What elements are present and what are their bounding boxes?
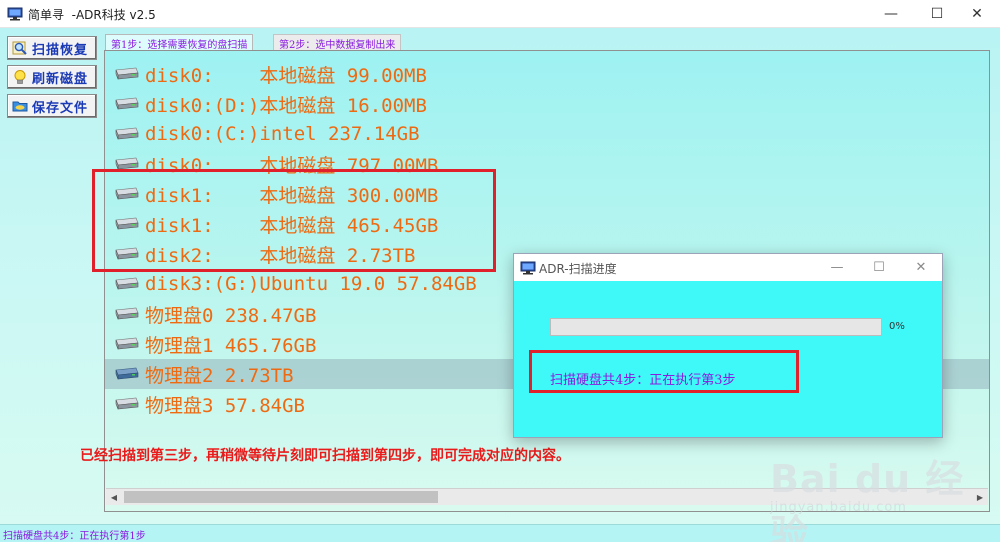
disk-list-item[interactable]: disk0: 本地磁盘 99.00MB: [105, 59, 989, 89]
hard-drive-icon: [115, 67, 139, 80]
folder-icon: [12, 101, 28, 112]
hard-drive-icon: [115, 277, 139, 290]
tab-step1-select-disk[interactable]: 第1步：选择需要恢复的盘扫描: [105, 34, 254, 51]
dialog-close-button[interactable]: ✕: [900, 254, 942, 281]
close-icon: ✕: [915, 260, 927, 275]
disk-label: 物理盘0 238.47GB: [145, 304, 317, 327]
dialog-title-bar[interactable]: ADR-扫描进度 — ☐ ✕: [514, 254, 942, 281]
disk-label: disk3:(G:)Ubuntu 19.0 57.84GB: [145, 273, 477, 295]
hard-drive-icon: [115, 367, 139, 380]
scroll-left-icon[interactable]: ◀: [106, 489, 122, 505]
maximize-icon: ☐: [873, 260, 885, 275]
refresh-disks-label: 刷新磁盘: [32, 71, 89, 87]
window-title: 简单寻 -ADR科技 v2.5: [28, 8, 156, 22]
scan-recover-label: 扫描恢复: [32, 42, 89, 58]
hard-drive-icon: [115, 397, 139, 410]
disk-label: 物理盘1 465.76GB: [145, 334, 317, 357]
minimize-button[interactable]: —: [868, 0, 914, 28]
close-button[interactable]: ✕: [954, 0, 1000, 28]
scan-progress-bar: [550, 318, 882, 336]
watermark-logo-text: Bai du 经验: [770, 457, 965, 542]
disk-list-item[interactable]: disk0:(D:)本地磁盘 16.00MB: [105, 89, 989, 119]
main-title-bar: 简单寻 -ADR科技 v2.5 — ☐ ✕: [0, 0, 1000, 28]
disk-list-item[interactable]: disk0:(C:)intel 237.14GB: [105, 119, 989, 149]
scan-progress-dialog: ADR-扫描进度 — ☐ ✕ 0% 扫描硬盘共4步：正在执行第3步: [513, 253, 943, 438]
disk-label: disk0: 本地磁盘 99.00MB: [145, 64, 427, 87]
hard-drive-icon: [115, 337, 139, 350]
close-icon: ✕: [971, 6, 983, 22]
progress-percent: 0%: [889, 321, 905, 332]
disk-label: 物理盘3 57.84GB: [145, 394, 305, 417]
status-text: 扫描硬盘共4步：正在执行第1步: [3, 531, 146, 542]
disk-label: disk0:(D:)本地磁盘 16.00MB: [145, 94, 427, 117]
annotation-highlight-box: [529, 350, 799, 393]
baidu-jingyan-watermark: Bai du 经验 jingyan.baidu.com: [770, 440, 990, 542]
hard-drive-icon: [115, 307, 139, 320]
scan-recover-button[interactable]: 扫描恢复: [7, 36, 97, 60]
hard-drive-icon: [115, 127, 139, 140]
minimize-icon: —: [884, 6, 898, 22]
app-monitor-icon: [7, 7, 23, 21]
tab-step2-copy-data[interactable]: 第2步：选中数据复制出来: [273, 34, 402, 51]
hard-drive-icon: [115, 97, 139, 110]
dialog-title: ADR-扫描进度: [539, 262, 617, 276]
annotation-caption: 已经扫描到第三步，再稍微等待片刻即可扫描到第四步，即可完成对应的内容。: [80, 448, 570, 464]
scroll-thumb[interactable]: [124, 491, 438, 503]
annotation-highlight-box: [92, 169, 496, 272]
disk-label: disk0:(C:)intel 237.14GB: [145, 123, 420, 145]
save-files-label: 保存文件: [32, 100, 89, 116]
refresh-disks-button[interactable]: 刷新磁盘: [7, 65, 97, 89]
magnifier-icon: [12, 41, 27, 55]
watermark-url: jingyan.baidu.com: [770, 500, 907, 515]
app-monitor-icon: [520, 261, 536, 275]
dialog-maximize-button[interactable]: ☐: [858, 254, 900, 281]
minimize-icon: —: [830, 260, 844, 275]
maximize-icon: ☐: [930, 6, 944, 22]
dialog-minimize-button[interactable]: —: [816, 254, 858, 281]
lightbulb-icon: [14, 70, 26, 84]
save-files-button[interactable]: 保存文件: [7, 94, 97, 118]
disk-label: 物理盘2 2.73TB: [145, 364, 294, 387]
